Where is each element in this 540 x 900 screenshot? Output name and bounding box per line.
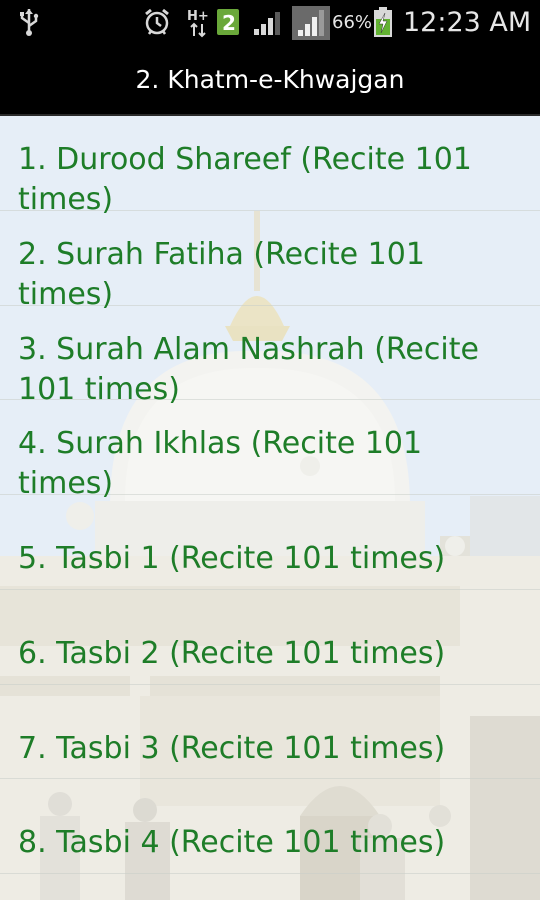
alarm-icon — [143, 0, 171, 44]
list-item-label: 2. Surah Fatiha (Recite 101 times) — [18, 236, 425, 312]
clock-time: 12:23 AM — [403, 6, 532, 38]
list-item[interactable]: 7. Tasbi 3 (Recite 101 times) — [0, 685, 540, 780]
battery-percent: 66% — [332, 11, 373, 33]
list-item[interactable]: 5. Tasbi 1 (Recite 101 times) — [0, 495, 540, 590]
sim-2-icon: 2 — [216, 0, 240, 44]
list-item-label: 1. Durood Shareef (Recite 101 times) — [18, 142, 472, 217]
list-item[interactable]: 4. Surah Ikhlas (Recite 101 times) — [0, 400, 540, 501]
network-label: H+ — [187, 9, 209, 24]
sim-label: 2 — [222, 11, 236, 35]
list-item-label: 3. Surah Alam Nashrah (Recite 101 times) — [18, 331, 479, 407]
list-item[interactable]: 6. Tasbi 2 (Recite 101 times) — [0, 590, 540, 685]
battery-charging-icon — [372, 0, 394, 44]
signal-strength-icon — [292, 0, 330, 44]
list-item-label: 4. Surah Ikhlas (Recite 101 times) — [18, 426, 423, 502]
list-item[interactable]: 8. Tasbi 4 (Recite 101 times) — [0, 779, 540, 874]
signal-strength-icon — [252, 0, 286, 44]
page-title: 2. Khatm-e-Khwajgan — [135, 64, 405, 94]
list-item-label: 8. Tasbi 4 (Recite 101 times) — [18, 825, 446, 861]
title-bar: 2. Khatm-e-Khwajgan — [0, 44, 540, 116]
content-area: 1. Durood Shareef (Recite 101 times) 2. … — [0, 116, 540, 900]
list-item[interactable]: 3. Surah Alam Nashrah (Recite 101 times) — [0, 306, 540, 407]
screen: H+ 2 66% 12:23 AM 2. Khatm-e-Khwajgan 1.… — [0, 0, 540, 900]
status-bar: H+ 2 66% 12:23 AM — [0, 0, 540, 44]
recitation-list: 1. Durood Shareef (Recite 101 times) 2. … — [0, 116, 540, 874]
usb-icon — [18, 0, 40, 44]
list-item-label: 7. Tasbi 3 (Recite 101 times) — [18, 730, 446, 766]
list-item[interactable]: 2. Surah Fatiha (Recite 101 times) — [0, 211, 540, 312]
list-item-label: 5. Tasbi 1 (Recite 101 times) — [18, 541, 446, 576]
list-item-label: 6. Tasbi 2 (Recite 101 times) — [18, 635, 446, 671]
list-item[interactable]: 1. Durood Shareef (Recite 101 times) — [0, 116, 540, 217]
h-plus-data-icon: H+ — [186, 0, 212, 44]
